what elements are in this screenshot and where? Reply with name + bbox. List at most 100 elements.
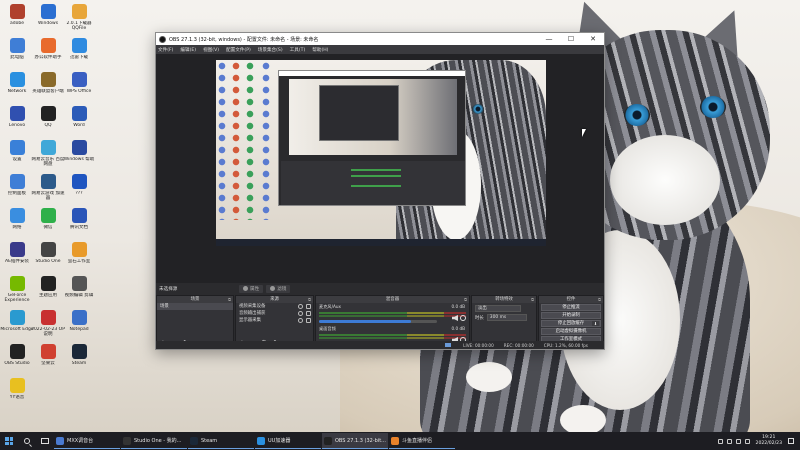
desktop-icon[interactable]: ??? <box>62 174 96 201</box>
app-icon <box>40 38 56 53</box>
taskbar-app-button[interactable]: MXX调音台 <box>54 433 120 449</box>
desktop-icon[interactable]: Studio One <box>31 242 65 269</box>
duration-input[interactable]: 300 ms <box>486 314 527 321</box>
desktop-icon[interactable]: Notepad <box>62 310 96 337</box>
gear-icon[interactable] <box>460 315 466 321</box>
menu-profile[interactable]: 配置文件(P) <box>226 47 251 53</box>
desktop-icon[interactable]: OBS Studio <box>0 344 34 371</box>
volume-slider[interactable] <box>319 320 437 323</box>
lock-icon[interactable] <box>306 311 311 316</box>
network-icon[interactable] <box>726 438 732 444</box>
start-recording-button[interactable]: 开始录制 <box>541 312 601 319</box>
desktop-icon[interactable]: 视频编辑 剪辑 <box>62 276 96 303</box>
close-button[interactable]: ✕ <box>582 33 604 45</box>
desktop-icon[interactable]: 2.0.1下载器 QQFile <box>62 4 96 31</box>
taskbar-app-button[interactable]: OBS 27.1.3 (32-bit... <box>322 433 388 449</box>
desktop-icon[interactable]: 设置 <box>0 140 34 167</box>
desktop-icon[interactable]: Windows <box>31 4 65 31</box>
desktop-icon[interactable]: 腾讯文档 <box>62 208 96 235</box>
search-button[interactable] <box>18 432 36 450</box>
minimize-button[interactable]: — <box>538 33 560 45</box>
desktop-icon-label: QQ <box>44 123 52 128</box>
obs-window[interactable]: OBS 27.1.3 (32-bit, windows) - 配置文件: 未命名… <box>155 32 605 350</box>
lock-icon[interactable] <box>306 318 311 323</box>
taskbar-app-button[interactable]: 斗鱼直播伴侣 <box>389 433 455 449</box>
windows-taskbar: MXX调音台 Studio One - 我的... Steam UU加速器 OBS 27… <box>0 432 800 450</box>
desktop-icon[interactable]: 微信 <box>31 208 65 235</box>
menu-help[interactable]: 帮助(H) <box>312 47 328 53</box>
desktop-icon[interactable]: 网络 <box>0 208 34 235</box>
wallpaper-cat-eye <box>700 96 726 118</box>
desktop-icon-label: Word <box>73 123 85 128</box>
menu-file[interactable]: 文件(F) <box>158 47 173 53</box>
desktop-icon[interactable]: Lenovo <box>0 106 34 133</box>
scene-item[interactable]: 场景 <box>157 303 233 310</box>
clock[interactable]: 19:21 2022/02/23 <box>756 435 782 447</box>
taskbar-app-button[interactable]: Steam <box>188 433 254 449</box>
menu-tools[interactable]: 工具(T) <box>290 47 306 53</box>
filter-icon <box>270 286 276 291</box>
desktop-icon[interactable]: 控制面板 <box>0 174 34 201</box>
source-item[interactable]: 视频采集设备 <box>236 303 313 310</box>
app-icon <box>9 38 25 53</box>
obs-preview-canvas[interactable] <box>216 60 546 246</box>
desktop-icon[interactable]: 英雄联盟客户端 <box>31 72 65 99</box>
desktop-icon[interactable]: QQ <box>31 106 65 133</box>
desktop-icon[interactable]: GeForce Experience <box>0 276 34 303</box>
menu-scene-collection[interactable]: 场景集合(S) <box>258 47 283 53</box>
desktop-icon-label: Lenovo <box>8 123 26 128</box>
float-icon[interactable]: ⧉ <box>464 296 467 303</box>
visibility-eye-icon[interactable] <box>298 304 303 309</box>
desktop-icon[interactable]: 主题应用 <box>31 276 65 303</box>
float-icon[interactable]: ⧉ <box>308 296 311 303</box>
menu-view[interactable]: 视图(V) <box>203 47 219 53</box>
filters-button[interactable]: 滤镜 <box>266 284 291 293</box>
taskbar-app-button[interactable]: Studio One - 我的... <box>121 433 187 449</box>
notification-icon[interactable] <box>788 438 794 444</box>
desktop-icon[interactable]: Windows 帮助 <box>62 140 96 167</box>
input-method-icon[interactable] <box>744 438 750 444</box>
replay-buffer-label: 停止回放缓存 <box>557 321 585 326</box>
stop-streaming-button[interactable]: 停止推流 <box>541 304 601 311</box>
replay-buffer-button[interactable]: 停止回放缓存 ⬇ <box>541 320 601 327</box>
desktop-icon[interactable]: Microsoft Edge <box>0 310 34 337</box>
float-icon[interactable]: ⧉ <box>228 296 231 303</box>
virtual-camera-button[interactable]: 启动虚拟摄像机 <box>541 328 601 335</box>
float-icon[interactable]: ⧉ <box>531 296 534 303</box>
desktop-icon[interactable]: 迅雷下载 <box>62 38 96 65</box>
desktop-icon[interactable]: 网易云音乐 百度网盘 <box>31 140 65 167</box>
desktop-icon-label: 2.0.1下载器 QQFile <box>66 21 92 31</box>
taskbar-app-button[interactable]: UU加速器 <box>255 433 321 449</box>
transition-type-select[interactable]: 淡出 <box>475 305 521 312</box>
float-icon[interactable]: ⧉ <box>598 296 601 303</box>
desktop-icon[interactable]: 萤石工作室 <box>62 242 96 269</box>
desktop-icon[interactable]: Network <box>0 72 34 99</box>
desktop-icon[interactable]: 此电脑 <box>0 38 34 65</box>
task-view-button[interactable] <box>36 432 54 450</box>
desktop-icon[interactable]: WPS Office <box>62 72 96 99</box>
volume-icon[interactable] <box>735 438 741 444</box>
obs-preview-area[interactable] <box>156 54 604 283</box>
obs-titlebar[interactable]: OBS 27.1.3 (32-bit, windows) - 配置文件: 未命名… <box>156 33 604 45</box>
visibility-eye-icon[interactable] <box>298 311 303 316</box>
desktop-icon[interactable]: YY语音 <box>0 378 34 405</box>
desktop-icon[interactable]: AE插件安装 <box>0 242 34 269</box>
tray-icon[interactable] <box>717 438 723 444</box>
menu-edit[interactable]: 编辑(E) <box>180 47 196 53</box>
save-replay-icon[interactable]: ⬇ <box>592 321 599 326</box>
desktop-icon-label: GeForce Experience <box>4 293 30 303</box>
start-button[interactable] <box>0 432 18 450</box>
desktop-icon[interactable]: Steam <box>62 344 96 371</box>
desktop-icon[interactable]: 坚果云 <box>31 344 65 371</box>
properties-button[interactable]: 属性 <box>239 284 264 293</box>
desktop-icon[interactable]: 2022-02-23 OP 说明 <box>31 310 65 337</box>
maximize-button[interactable]: ☐ <box>560 33 582 45</box>
desktop-icon[interactable]: 办公软件助手 <box>31 38 65 65</box>
desktop-icon[interactable]: adobe <box>0 4 34 31</box>
desktop-icon[interactable]: 网易云游戏 加速器 <box>31 174 65 201</box>
visibility-eye-icon[interactable] <box>298 318 303 323</box>
lock-icon[interactable] <box>306 304 311 309</box>
source-item[interactable]: 音频输出捕获 <box>236 310 313 317</box>
desktop-icon[interactable]: Word <box>62 106 96 133</box>
source-item[interactable]: 显示器采集 <box>236 317 313 324</box>
